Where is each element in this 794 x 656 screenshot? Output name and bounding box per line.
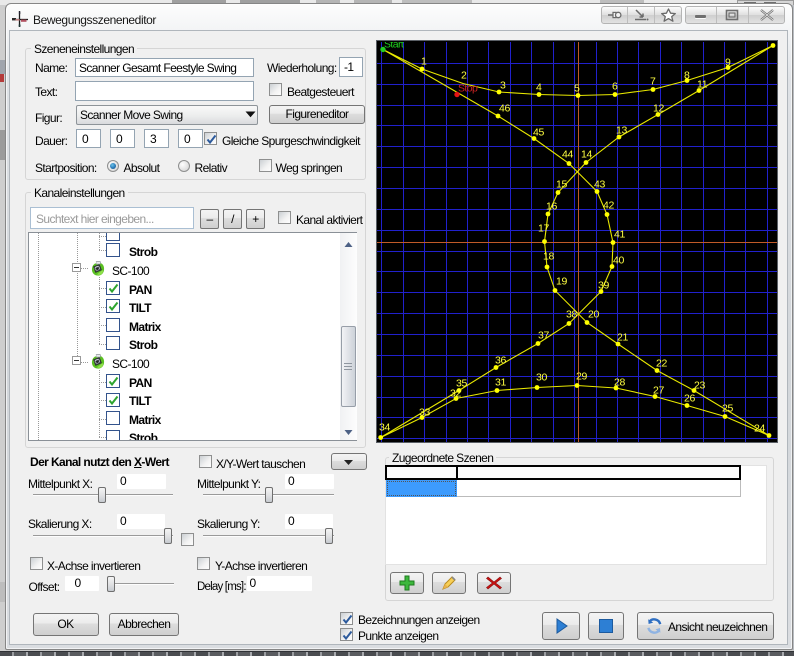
svg-text:7: 7 — [650, 75, 656, 87]
svg-text:20: 20 — [588, 308, 600, 320]
svg-text:1: 1 — [421, 55, 427, 67]
svg-text:9: 9 — [725, 56, 731, 68]
svg-text:35: 35 — [456, 377, 468, 389]
svg-text:3: 3 — [500, 79, 506, 91]
svg-text:8: 8 — [684, 69, 690, 81]
svg-text:22: 22 — [656, 357, 668, 369]
svg-text:6: 6 — [612, 80, 618, 92]
svg-text:16: 16 — [546, 200, 558, 212]
svg-text:5: 5 — [574, 82, 580, 94]
svg-text:4: 4 — [536, 81, 542, 93]
svg-text:2: 2 — [461, 69, 467, 81]
svg-text:13: 13 — [616, 124, 628, 136]
svg-text:26: 26 — [684, 392, 696, 404]
svg-text:12: 12 — [653, 102, 665, 114]
svg-text:44: 44 — [562, 148, 574, 160]
svg-text:30: 30 — [536, 371, 548, 383]
svg-text:29: 29 — [576, 370, 588, 382]
svg-text:43: 43 — [594, 178, 606, 190]
svg-text:34: 34 — [379, 421, 391, 433]
svg-text:28: 28 — [614, 376, 626, 388]
svg-text:39: 39 — [598, 279, 610, 291]
svg-text:42: 42 — [603, 199, 615, 211]
svg-text:46: 46 — [499, 102, 511, 114]
svg-text:18: 18 — [543, 250, 555, 262]
svg-text:24: 24 — [754, 422, 766, 434]
svg-text:45: 45 — [533, 126, 545, 138]
svg-text:25: 25 — [722, 402, 734, 414]
svg-text:31: 31 — [495, 376, 507, 388]
svg-text:36: 36 — [495, 354, 507, 366]
svg-text:19: 19 — [556, 275, 568, 287]
svg-text:41: 41 — [614, 228, 626, 240]
svg-text:38: 38 — [566, 308, 578, 320]
svg-text:14: 14 — [581, 148, 593, 160]
svg-text:Start: Start — [384, 42, 404, 51]
svg-text:Stop: Stop — [458, 82, 478, 94]
svg-text:15: 15 — [556, 178, 568, 190]
svg-text:27: 27 — [653, 384, 665, 396]
svg-text:40: 40 — [613, 254, 625, 266]
svg-text:23: 23 — [694, 379, 706, 391]
svg-text:11: 11 — [697, 78, 708, 90]
svg-text:17: 17 — [538, 222, 550, 234]
svg-text:21: 21 — [617, 331, 629, 343]
svg-text:37: 37 — [538, 329, 550, 341]
svg-text:33: 33 — [419, 406, 431, 418]
